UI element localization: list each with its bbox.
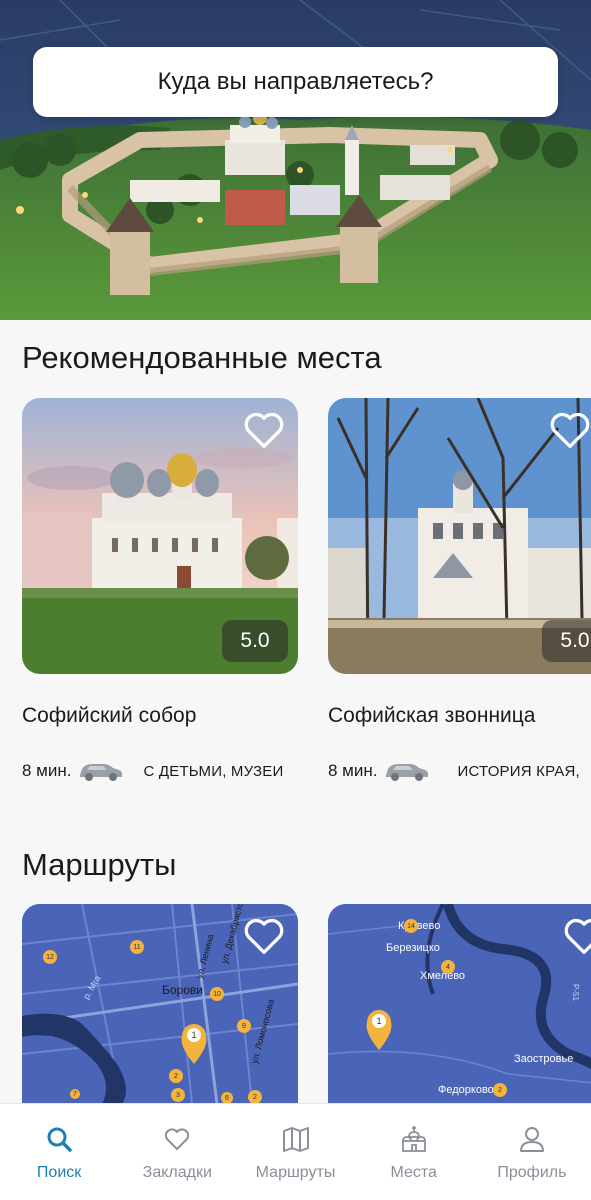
rating-badge: 5.0 xyxy=(222,620,288,662)
map-pin[interactable]: 1 xyxy=(191,1030,196,1040)
travel-time: 8 мин. xyxy=(22,761,72,780)
place-card[interactable]: 5.0 Софийская звонница 8 мин. ИСТОРИЯ КР… xyxy=(328,398,591,781)
heart-icon[interactable] xyxy=(562,916,591,956)
map-pin[interactable]: 9 xyxy=(242,1023,246,1030)
nav-label: Поиск xyxy=(36,1164,82,1181)
nav-label: Закладки xyxy=(142,1164,212,1181)
nav-label: Места xyxy=(390,1164,437,1181)
car-icon xyxy=(80,764,123,781)
map-pin[interactable]: 14 xyxy=(407,923,415,930)
place-meta: 8 мин. С ДЕТЬМИ, МУЗЕИ xyxy=(22,760,283,782)
village-label: Березицко xyxy=(386,942,440,954)
place-name: Софийский собор xyxy=(22,704,197,727)
nav-label: Маршруты xyxy=(255,1164,336,1181)
church-icon xyxy=(401,1126,426,1152)
road-label: Р-51 xyxy=(571,984,580,1001)
nav-item-profile[interactable]: Профиль xyxy=(473,1104,591,1200)
nav-item-routes[interactable]: Маршруты xyxy=(236,1104,354,1200)
village-label: Заостровье xyxy=(514,1053,573,1065)
map-town-label: Борови xyxy=(162,983,203,997)
heart-icon[interactable] xyxy=(548,410,591,450)
rating-badge: 5.0 xyxy=(542,620,591,662)
map-pin[interactable]: 6 xyxy=(225,1095,229,1102)
search-placeholder: Куда вы направляетесь? xyxy=(157,68,434,95)
map-pin[interactable]: 7 xyxy=(73,1091,77,1098)
heart-icon[interactable] xyxy=(242,916,286,956)
search-input[interactable]: Куда вы направляетесь? xyxy=(33,47,558,117)
map-pin[interactable]: 12 xyxy=(46,954,54,961)
place-tags: С ДЕТЬМИ, МУЗЕИ xyxy=(143,762,284,780)
nav-item-search[interactable]: Поиск xyxy=(0,1104,118,1200)
map-pin[interactable]: 10 xyxy=(213,991,221,998)
map-pin[interactable]: 4 xyxy=(446,964,450,971)
routes-title: Маршруты xyxy=(22,847,177,882)
heart-icon xyxy=(165,1128,190,1150)
village-label: Федорково xyxy=(438,1084,494,1096)
map-pin[interactable]: 2 xyxy=(253,1094,257,1101)
search-icon xyxy=(47,1127,72,1152)
map-pin[interactable]: 3 xyxy=(176,1092,180,1099)
bottom-nav: Поиск Закладки Маршруты Места Профиль xyxy=(0,1103,591,1200)
map-pin[interactable]: 1 xyxy=(376,1016,381,1026)
nav-label: Профиль xyxy=(497,1164,567,1181)
route-card[interactable]: р. Мга Борови ул. Ленина ул. Декабристов… xyxy=(22,904,298,1104)
map-pin[interactable]: 2 xyxy=(498,1087,502,1094)
recommended-title: Рекомендованные места xyxy=(22,340,382,375)
nav-item-bookmarks[interactable]: Закладки xyxy=(118,1104,236,1200)
place-image: 5.0 xyxy=(328,398,591,674)
map-icon xyxy=(282,1127,309,1152)
place-meta: 8 мин. ИСТОРИЯ КРАЯ, xyxy=(328,760,580,782)
place-tags: ИСТОРИЯ КРАЯ, xyxy=(457,762,580,780)
place-name: Софийская звонница xyxy=(328,704,536,727)
route-map: Кривево Березицко Хмелево Заостровье Фед… xyxy=(328,904,591,1104)
map-pin[interactable]: 11 xyxy=(133,944,140,951)
person-icon xyxy=(519,1127,544,1152)
car-icon xyxy=(386,764,429,781)
route-card[interactable]: Кривево Березицко Хмелево Заостровье Фед… xyxy=(328,904,591,1104)
place-image: 5.0 xyxy=(22,398,298,674)
heart-icon[interactable] xyxy=(242,410,286,450)
place-card[interactable]: 5.0 Софийский собор 8 мин. С ДЕТЬМИ, МУЗ… xyxy=(22,398,298,781)
nav-item-places[interactable]: Места xyxy=(355,1104,473,1200)
village-label: Хмелево xyxy=(420,970,465,982)
travel-time: 8 мин. xyxy=(328,761,378,780)
hero-banner: Куда вы направляетесь? xyxy=(0,0,591,320)
map-pin[interactable]: 2 xyxy=(174,1073,178,1080)
